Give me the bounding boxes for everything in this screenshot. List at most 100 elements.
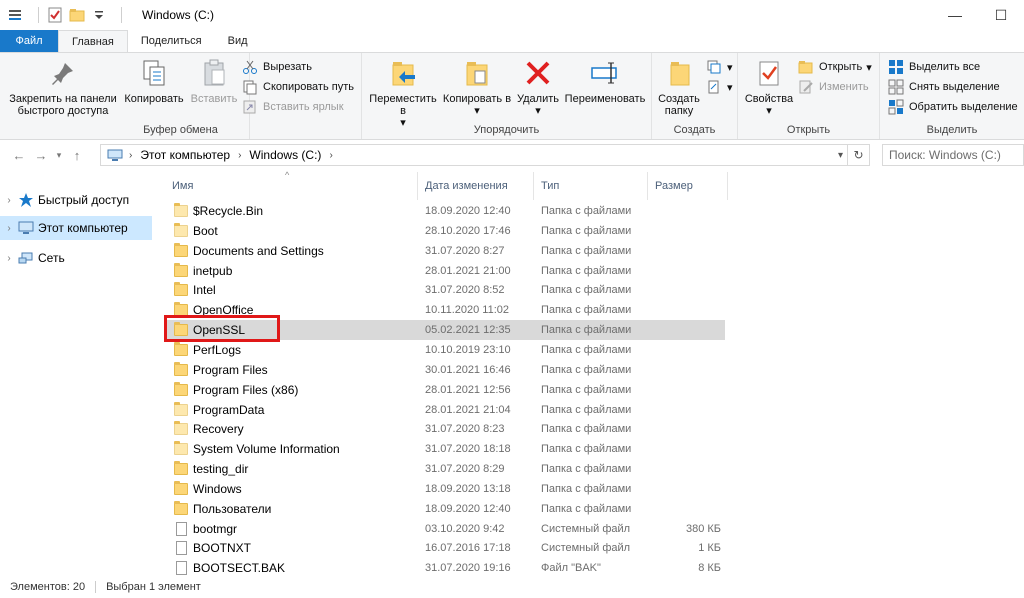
refresh-icon[interactable]: ↻ [847,145,869,165]
breadcrumb-separator-icon: › [129,149,133,161]
file-date: 18.09.2020 12:40 [425,502,511,515]
delete-label: Удалить [517,93,559,105]
address-bar[interactable]: › Этот компьютер › Windows (C:) › ▾ ↻ [100,144,870,166]
file-size: 1 КБ [698,542,721,555]
open-group: Свойства ▾ Открыть ▾ Изменить Открыть [738,53,880,139]
column-header-size[interactable]: Размер [648,172,728,200]
select-all-button[interactable]: Выделить все [888,57,980,77]
new-folder-quick-icon[interactable] [69,7,85,23]
network-icon [18,250,34,266]
back-arrow-icon[interactable]: ← [8,144,30,166]
table-row[interactable]: OpenOffice 10.11.2020 11:02 Папка с файлам… [165,300,725,320]
file-name-cell: Documents and Settings [173,241,324,261]
edit-button[interactable]: Изменить [798,77,869,97]
file-date: 28.01.2021 21:04 [425,403,511,416]
breadcrumb-drive-c[interactable]: Windows (C:) [249,148,321,162]
nav-item-network[interactable]: › Сеть [0,246,152,270]
table-row[interactable]: Program Files 30.01.2021 16:46 Папка с фай… [165,360,725,380]
tab-view[interactable]: Вид [215,30,261,52]
table-row[interactable]: ProgramData 28.01.2021 21:04 Папка с файла… [165,400,725,420]
table-row[interactable]: OpenSSL 05.02.2021 12:35 Папка с файлами [165,320,725,341]
address-dropdown-icon[interactable]: ▾ [838,150,843,161]
table-row[interactable]: Documents and Settings 31.07.2020 8:27 Пап… [165,241,725,261]
file-size [655,419,721,439]
file-name: testing_dir [193,462,249,477]
delete-button[interactable]: Удалить ▾ [514,57,562,117]
file-date: 31.07.2020 8:23 [425,423,505,436]
up-arrow-icon[interactable]: ↑ [66,144,88,166]
table-row[interactable]: Intel 31.07.2020 8:52 Папка с файлами [165,280,725,300]
nav-item-this-pc[interactable]: › Этот компьютер [0,216,152,240]
properties-icon [753,57,785,89]
search-input[interactable]: Поиск: Windows (C:) [882,144,1024,166]
table-row[interactable]: bootmgr 03.10.2020 9:42 Системный файл 380 … [165,519,725,539]
table-row[interactable]: BOOTNXT 16.07.2016 17:18 Системный файл 1 К… [165,538,725,558]
file-icon [173,541,189,556]
table-row[interactable]: System Volume Information 31.07.2020 18:1… [165,439,725,459]
minimize-icon[interactable]: — [932,0,978,30]
file-name: Intel [193,283,216,298]
copy-to-button[interactable]: Копировать в ▾ [440,57,514,117]
file-date: 10.10.2019 23:10 [425,343,511,356]
customize-toolbar-icon[interactable] [91,7,107,23]
rename-button[interactable]: Переименовать [562,57,648,105]
expand-arrow-icon[interactable]: › [0,253,18,264]
file-date: 31.07.2020 8:29 [425,463,505,476]
nav-item-quick-access[interactable]: › Быстрый доступ [0,188,152,212]
folder-icon [173,480,189,496]
file-name-cell: BOOTNXT [173,538,251,558]
tab-share[interactable]: Поделиться [128,30,215,52]
column-header-name[interactable]: Имя [165,172,418,200]
tab-file[interactable]: Файл [0,30,58,52]
file-type: Папка с файлами [541,363,632,376]
table-row[interactable]: $Recycle.Bin 18.09.2020 12:40 Папка с файл… [165,201,725,221]
expand-arrow-icon[interactable]: › [0,195,18,206]
column-header-type[interactable]: Тип [534,172,648,200]
expand-arrow-icon[interactable]: › [0,223,18,234]
properties-quick-icon[interactable] [47,7,63,23]
dropdown-arrow: ▾ [535,105,541,117]
copy-button[interactable]: Копировать [122,57,186,105]
table-row[interactable]: Recovery 31.07.2020 8:23 Папка с файлами [165,419,725,439]
easy-access-button[interactable]: ▾ [706,77,733,97]
pin-quick-access-button[interactable]: Закрепить на панели быстрого доступа [4,57,122,117]
open-button[interactable]: Открыть ▾ [798,57,872,77]
file-date: 16.07.2016 17:18 [425,542,511,555]
app-menu-icon[interactable] [8,7,24,23]
open-group-label: Открыть [786,124,831,136]
table-row[interactable]: Program Files (x86) 28.01.2021 12:56 Папка… [165,380,725,400]
table-row[interactable]: Boot 28.10.2020 17:46 Папка с файлами [165,221,725,241]
table-row[interactable]: Пользователи 18.09.2020 12:40 Папка с файл… [165,499,725,519]
table-row[interactable]: Windows 18.09.2020 13:18 Папка с файлами [165,479,725,499]
column-header-date[interactable]: Дата изменения [418,172,534,200]
computer-icon [101,149,129,161]
file-type: Папка с файлами [541,264,632,277]
file-name: Documents and Settings [193,243,324,258]
file-name: PerfLogs [193,342,242,357]
table-row[interactable]: inetpub 28.01.2021 21:00 Папка с файлами [165,261,725,281]
paste-button[interactable]: Вставить [186,57,242,105]
new-folder-icon [663,57,695,89]
file-name: OpenOffice [193,303,254,318]
copy-to-label: Копировать в [442,93,512,105]
file-name-cell: inetpub [173,261,232,281]
maximize-icon[interactable]: ☐ [978,0,1024,30]
new-folder-button[interactable]: Создать папку [654,57,704,117]
invert-selection-button[interactable]: Обратить выделение [888,97,1018,117]
forward-arrow-icon[interactable]: → [30,144,52,166]
move-to-button[interactable]: Переместить в ▾ [366,57,440,129]
file-name: System Volume Information [193,442,340,457]
properties-button[interactable]: Свойства ▾ [742,57,796,117]
table-row[interactable]: PerfLogs 10.10.2019 23:10 Папка с файлами [165,340,725,360]
toolbar-divider [121,7,122,23]
tab-home[interactable]: Главная [58,30,128,52]
table-row[interactable]: testing_dir 31.07.2020 8:29 Папка с файлам… [165,459,725,479]
dropdown-arrow: ▾ [474,105,480,117]
new-item-button[interactable]: ▾ [706,57,733,77]
recent-locations-icon[interactable]: ▾ [52,144,66,166]
folder-icon [173,262,189,278]
select-none-button[interactable]: Снять выделение [888,77,1000,97]
file-size: 380 КБ [685,522,721,535]
folder-icon [173,381,189,397]
breadcrumb-this-pc[interactable]: Этот компьютер [140,148,230,162]
